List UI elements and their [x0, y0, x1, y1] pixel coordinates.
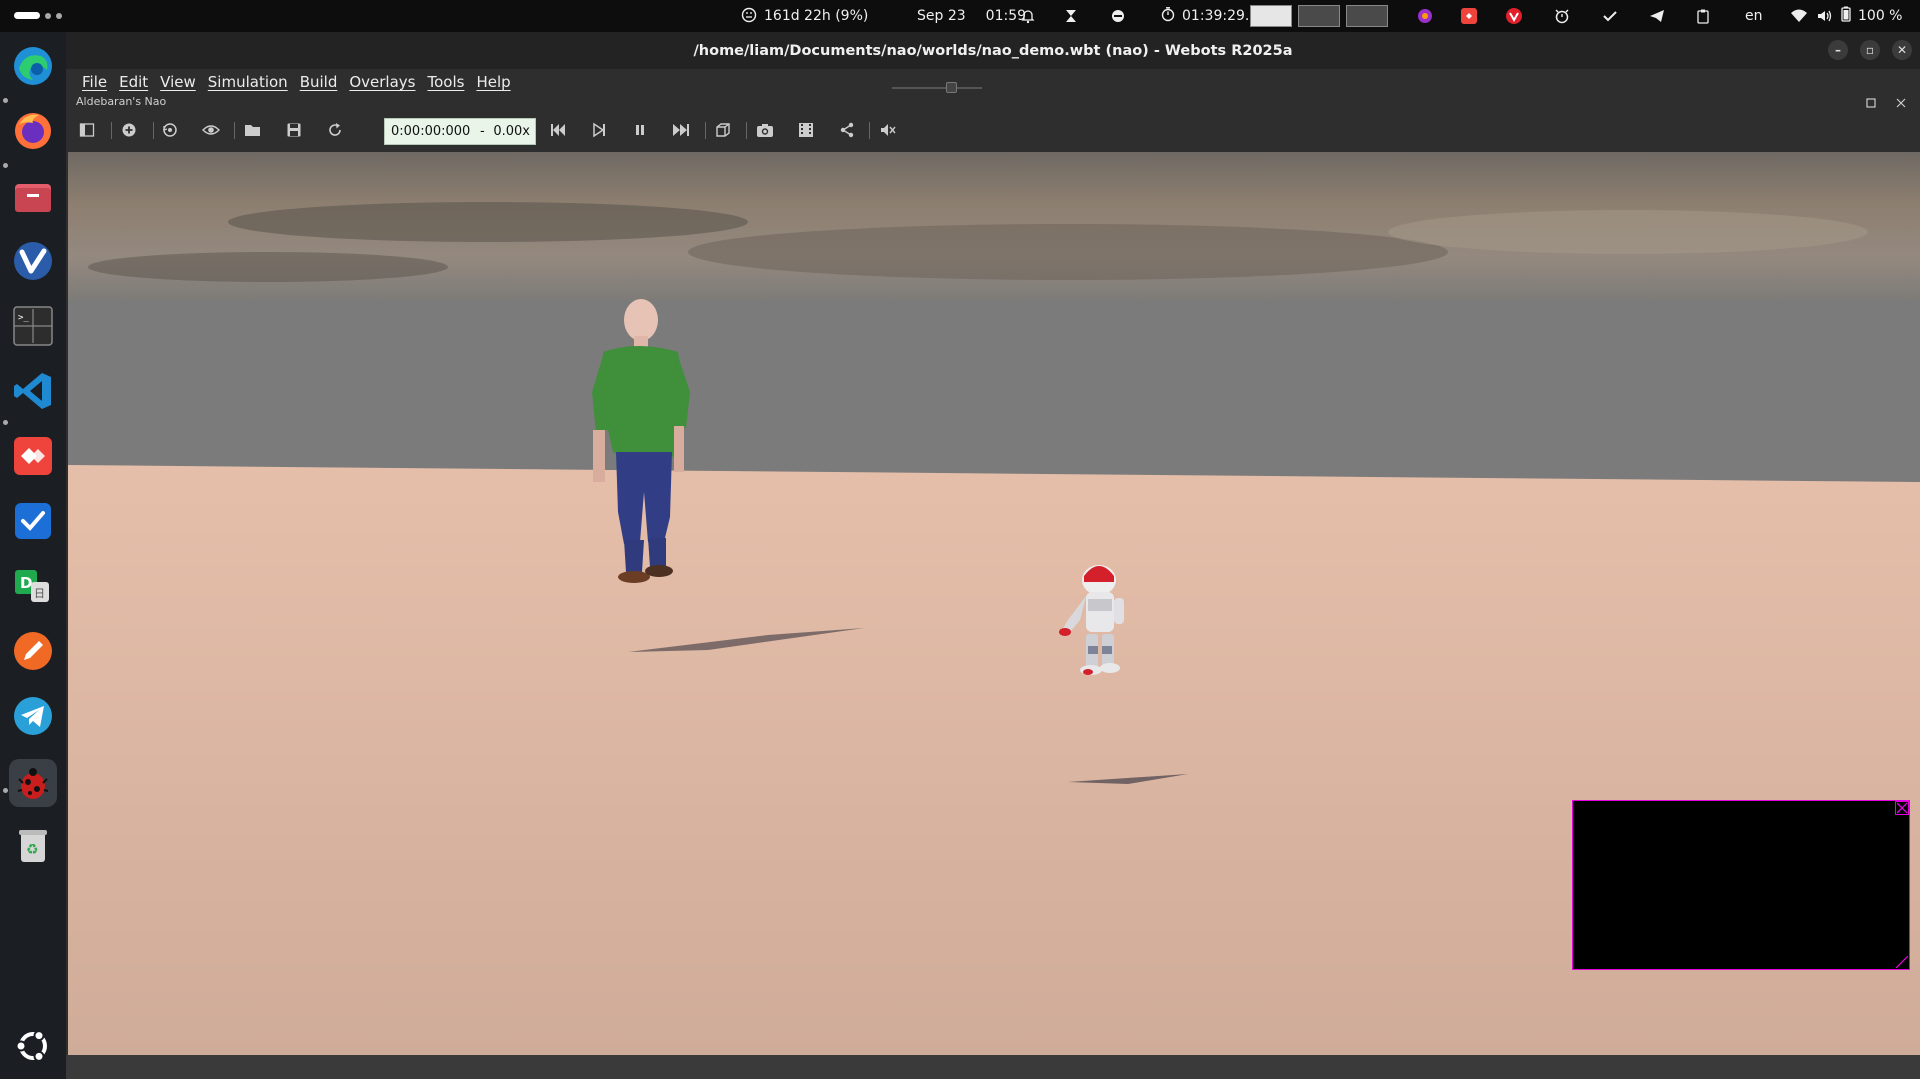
- checkmark-icon[interactable]: [1602, 0, 1618, 32]
- simulation-time-display: 0:00:00:000 - 0.00x: [384, 118, 536, 145]
- alarm-clock-icon[interactable]: [1553, 0, 1571, 32]
- running-indicator: [3, 163, 8, 168]
- workspace-thumbnail-1[interactable]: [1250, 5, 1292, 27]
- battery-face-icon: [740, 7, 758, 25]
- minimize-button[interactable]: –: [1828, 40, 1848, 60]
- stopwatch-text: 01:39:29.2: [1182, 8, 1259, 24]
- menu-bar: File Edit View Simulation Build Overlays…: [66, 69, 1920, 95]
- menu-edit[interactable]: Edit: [113, 73, 154, 91]
- workspace-thumbnail-3[interactable]: [1346, 5, 1388, 27]
- pencil-icon[interactable]: [9, 627, 57, 675]
- stopwatch-icon: [1160, 6, 1176, 26]
- screenshot-icon[interactable]: [754, 119, 776, 141]
- menu-overlays[interactable]: Overlays: [343, 73, 421, 91]
- volume-icon[interactable]: [1816, 0, 1834, 32]
- time-separator: -: [480, 124, 485, 139]
- clock[interactable]: Sep 23 01:59: [917, 0, 1026, 32]
- maximize-view-icon[interactable]: [1866, 97, 1876, 111]
- menu-simulation[interactable]: Simulation: [202, 73, 294, 91]
- window-titlebar[interactable]: /home/liam/Documents/nao/worlds/nao_demo…: [66, 32, 1920, 69]
- dictionary-icon[interactable]: D日: [9, 562, 57, 610]
- running-indicator: [3, 420, 8, 425]
- hourglass-icon[interactable]: [1063, 0, 1079, 32]
- todo-icon[interactable]: [9, 497, 57, 545]
- wifi-icon[interactable]: [1790, 0, 1808, 32]
- overlay-resize-handle-icon[interactable]: [1896, 956, 1908, 968]
- workspace-thumbnail-2[interactable]: [1298, 5, 1340, 27]
- menu-help[interactable]: Help: [470, 73, 516, 91]
- telegram-icon[interactable]: [9, 692, 57, 740]
- stopwatch-indicator[interactable]: 01:39:29.2: [1160, 0, 1258, 32]
- menu-file[interactable]: File: [76, 73, 113, 91]
- overlay-close-icon[interactable]: [1895, 801, 1909, 815]
- activities-indicator[interactable]: [14, 12, 62, 19]
- battery-status-text: 161d 22h (9%): [764, 8, 869, 24]
- edge-icon[interactable]: [9, 42, 57, 90]
- webots-icon[interactable]: [9, 759, 57, 807]
- tray-app-purple-icon[interactable]: [1416, 0, 1434, 32]
- anydesk-icon[interactable]: [9, 432, 57, 480]
- keyboard-language-indicator[interactable]: en: [1745, 0, 1763, 32]
- world-info-title: Aldebaran's Nao: [76, 95, 167, 108]
- reload-world-icon[interactable]: [324, 119, 346, 141]
- system-top-bar: 161d 22h (9%) Sep 23 01:59 01:39:29.2 en…: [0, 0, 1920, 32]
- battery-percent-text: 100 %: [1858, 8, 1903, 24]
- firefox-icon[interactable]: [9, 107, 57, 155]
- reset-viewpoint-icon[interactable]: [159, 119, 181, 141]
- simulation-speed: 0.00x: [493, 124, 530, 139]
- svg-text:日: 日: [34, 587, 45, 600]
- simulation-time: 0:00:00:000: [391, 124, 471, 139]
- pause-icon[interactable]: [629, 119, 651, 141]
- status-bar: [66, 1055, 1920, 1079]
- eye-icon[interactable]: [200, 119, 222, 141]
- record-movie-icon[interactable]: [795, 119, 817, 141]
- running-indicator: [3, 788, 8, 793]
- menu-tools[interactable]: Tools: [421, 73, 470, 91]
- rendering-toggle-icon[interactable]: [712, 119, 734, 141]
- terminal-icon[interactable]: >_: [9, 302, 57, 350]
- volume-slider-handle[interactable]: [946, 82, 957, 93]
- battery-indicator[interactable]: 100 %: [1840, 0, 1902, 32]
- close-button[interactable]: ✕: [1892, 40, 1912, 60]
- svg-text:D: D: [20, 574, 32, 592]
- vivaldi-icon[interactable]: [9, 237, 57, 285]
- date-text: Sep 23: [917, 8, 966, 24]
- svg-text:♻: ♻: [26, 842, 39, 858]
- mute-icon[interactable]: [877, 119, 899, 141]
- notification-bell-icon[interactable]: [1020, 0, 1036, 32]
- restore-button[interactable]: ▫: [1860, 40, 1880, 60]
- tray-telegram-icon[interactable]: [1648, 0, 1666, 32]
- clipboard-icon[interactable]: [1695, 0, 1711, 32]
- toggle-scene-tree-icon[interactable]: [76, 119, 98, 141]
- language-text: en: [1745, 8, 1763, 24]
- battery-icon: [1840, 6, 1852, 26]
- svg-text:>_: >_: [18, 313, 29, 323]
- trash-icon[interactable]: ♻: [9, 822, 57, 870]
- step-icon[interactable]: [588, 119, 610, 141]
- ubuntu-icon[interactable]: [9, 1022, 57, 1070]
- tray-anydesk-icon[interactable]: [1460, 0, 1478, 32]
- webots-window: /home/liam/Documents/nao/worlds/nao_demo…: [66, 32, 1920, 1079]
- battery-status-indicator[interactable]: 161d 22h (9%): [740, 0, 868, 32]
- fast-forward-icon[interactable]: [670, 119, 692, 141]
- window-title: /home/liam/Documents/nao/worlds/nao_demo…: [693, 42, 1293, 59]
- volume-slider-track[interactable]: [892, 87, 982, 89]
- application-dock: >_ D日 ♻: [0, 32, 66, 1079]
- reset-simulation-icon[interactable]: [547, 119, 569, 141]
- save-world-icon[interactable]: [283, 119, 305, 141]
- menu-build[interactable]: Build: [294, 73, 344, 91]
- toolbar: 0:00:00:000 - 0.00x: [66, 110, 1920, 150]
- camera-overlay-window[interactable]: [1572, 800, 1910, 970]
- running-indicator: [3, 98, 8, 103]
- files-icon[interactable]: [9, 172, 57, 220]
- close-view-icon[interactable]: [1896, 97, 1906, 111]
- tray-vivaldi-icon[interactable]: [1505, 0, 1523, 32]
- caffeine-icon[interactable]: [1110, 0, 1126, 32]
- menu-view[interactable]: View: [154, 73, 202, 91]
- open-world-icon[interactable]: [242, 119, 264, 141]
- vscode-icon[interactable]: [9, 367, 57, 415]
- share-icon[interactable]: [836, 119, 858, 141]
- add-node-icon[interactable]: [118, 119, 140, 141]
